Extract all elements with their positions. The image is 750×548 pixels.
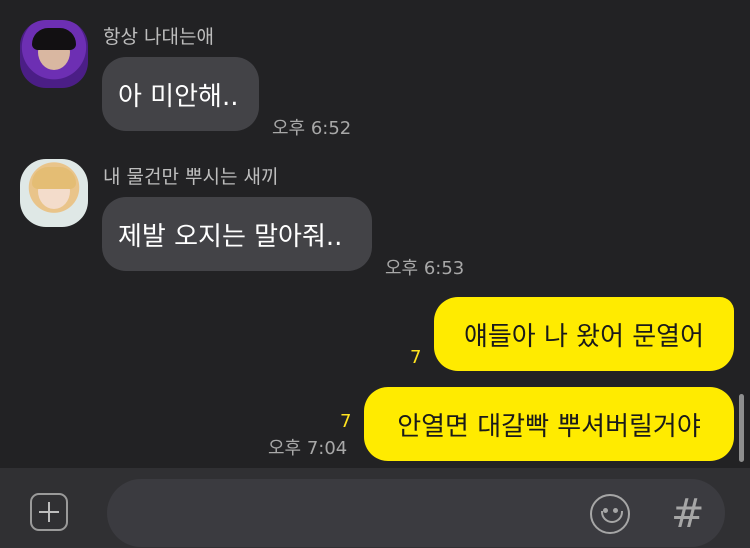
unread-count: 7: [410, 347, 422, 368]
message-input[interactable]: [107, 479, 725, 547]
emoji-smile: [601, 511, 623, 523]
message-time: 오후 6:52: [272, 118, 352, 139]
outgoing-message-bubble[interactable]: 안열면 대갈빡 뿌셔버릴거야: [364, 387, 734, 461]
incoming-message-bubble[interactable]: 제발 오지는 말아줘..: [102, 197, 372, 271]
sender-name: 항상 나대는애: [103, 26, 214, 48]
emoji-icon[interactable]: [590, 494, 630, 534]
avatar-hair: [32, 167, 76, 189]
avatar[interactable]: [20, 159, 88, 227]
avatar[interactable]: [20, 20, 88, 88]
unread-count: 7: [340, 411, 352, 432]
hash-icon[interactable]: #: [671, 494, 705, 534]
plus-square-icon[interactable]: [30, 493, 68, 531]
outgoing-message-bubble[interactable]: 얘들아 나 왔어 문열어: [434, 297, 734, 371]
sender-name: 내 물건만 뿌시는 새끼: [103, 166, 279, 188]
message-time: 오후 6:53: [385, 258, 465, 279]
avatar-hair: [32, 28, 76, 50]
incoming-message-bubble[interactable]: 아 미안해..: [102, 57, 259, 131]
message-time: 오후 7:04: [268, 438, 348, 459]
chat-view: 항상 나대는애 아 미안해.. 오후 6:52 내 물건만 뿌시는 새끼 제발 …: [0, 0, 750, 468]
scrollbar[interactable]: [739, 394, 744, 462]
